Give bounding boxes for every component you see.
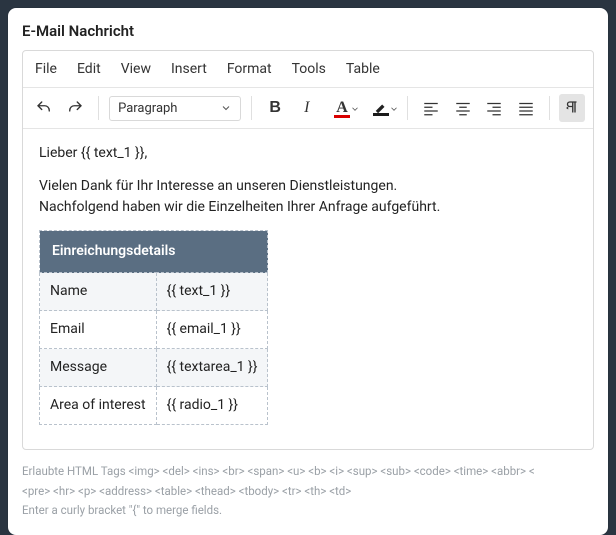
menu-edit[interactable]: Edit: [77, 61, 101, 77]
highlight-color-swatch: [373, 113, 389, 116]
details-header: Einreichungsdetails: [40, 231, 268, 273]
align-right-button[interactable]: [481, 94, 507, 122]
bold-button[interactable]: B: [262, 94, 288, 122]
toolbar-separator: [549, 96, 550, 120]
undo-icon: [35, 99, 53, 117]
details-table: Einreichungsdetails Name{{ text_1 }} Ema…: [39, 230, 268, 425]
hint-line: <pre> <hr> <p> <address> <table> <thead>…: [22, 482, 594, 502]
menu-tools[interactable]: Tools: [292, 61, 326, 77]
text-color-button[interactable]: A: [326, 94, 359, 122]
intro-line-1: Vielen Dank für Ihr Interesse an unseren…: [39, 178, 397, 194]
cell-key: Name: [40, 273, 157, 311]
cell-key: Email: [40, 311, 157, 349]
panel-title: E-Mail Nachricht: [8, 8, 608, 50]
undo-button[interactable]: [31, 94, 57, 122]
align-justify-button[interactable]: [513, 94, 539, 122]
chevron-down-icon: [350, 104, 360, 114]
text-direction-button[interactable]: [559, 94, 585, 122]
editor-content[interactable]: Lieber {{ text_1 }}, Vielen Dank für Ihr…: [23, 129, 593, 449]
intro-paragraph: Vielen Dank für Ihr Interesse an unseren…: [39, 176, 577, 218]
redo-icon: [66, 99, 84, 117]
toolbar-separator: [98, 96, 99, 120]
menubar: File Edit View Insert Format Tools Table: [23, 51, 593, 88]
chevron-down-icon: [220, 102, 232, 114]
chevron-down-icon: [389, 104, 399, 114]
cell-key: Area of interest: [40, 387, 157, 425]
editor-panel: E-Mail Nachricht File Edit View Insert F…: [8, 8, 608, 535]
menu-view[interactable]: View: [121, 61, 151, 77]
text-color-swatch: [334, 115, 350, 118]
cell-value: {{ email_1 }}: [156, 311, 268, 349]
menu-format[interactable]: Format: [227, 61, 272, 77]
align-left-icon: [422, 99, 440, 117]
block-format-label: Paragraph: [118, 101, 177, 116]
intro-line-2: Nachfolgend haben wir die Einzelheiten I…: [39, 199, 440, 215]
align-right-icon: [485, 99, 503, 117]
table-row: Email{{ email_1 }}: [40, 311, 268, 349]
align-left-button[interactable]: [418, 94, 444, 122]
toolbar-separator: [407, 96, 408, 120]
block-format-select[interactable]: Paragraph: [109, 96, 241, 121]
hint-line: Enter a curly bracket "{" to merge field…: [22, 501, 594, 521]
greeting-line: Lieber {{ text_1 }},: [39, 143, 577, 164]
menu-file[interactable]: File: [35, 61, 57, 77]
menu-insert[interactable]: Insert: [171, 61, 207, 77]
bold-icon: B: [269, 99, 281, 117]
align-justify-icon: [517, 99, 535, 117]
menu-table[interactable]: Table: [346, 61, 380, 77]
paragraph-direction-icon: [563, 99, 581, 117]
align-center-icon: [454, 99, 472, 117]
hint-line: Erlaubte HTML Tags <img> <del> <ins> <br…: [22, 462, 594, 482]
highlight-color-button[interactable]: [364, 94, 397, 122]
editor-box: File Edit View Insert Format Tools Table…: [22, 50, 594, 450]
align-center-button[interactable]: [450, 94, 476, 122]
table-row: Area of interest{{ radio_1 }}: [40, 387, 268, 425]
hint-text: Erlaubte HTML Tags <img> <del> <ins> <br…: [8, 458, 608, 535]
toolbar: Paragraph B I A: [23, 88, 593, 129]
italic-icon: I: [304, 99, 309, 117]
table-row: Message{{ textarea_1 }}: [40, 349, 268, 387]
redo-button[interactable]: [63, 94, 89, 122]
italic-button[interactable]: I: [294, 94, 320, 122]
cell-value: {{ text_1 }}: [156, 273, 268, 311]
cell-value: {{ radio_1 }}: [156, 387, 268, 425]
table-row: Name{{ text_1 }}: [40, 273, 268, 311]
cell-value: {{ textarea_1 }}: [156, 349, 268, 387]
cell-key: Message: [40, 349, 157, 387]
toolbar-separator: [251, 96, 252, 120]
